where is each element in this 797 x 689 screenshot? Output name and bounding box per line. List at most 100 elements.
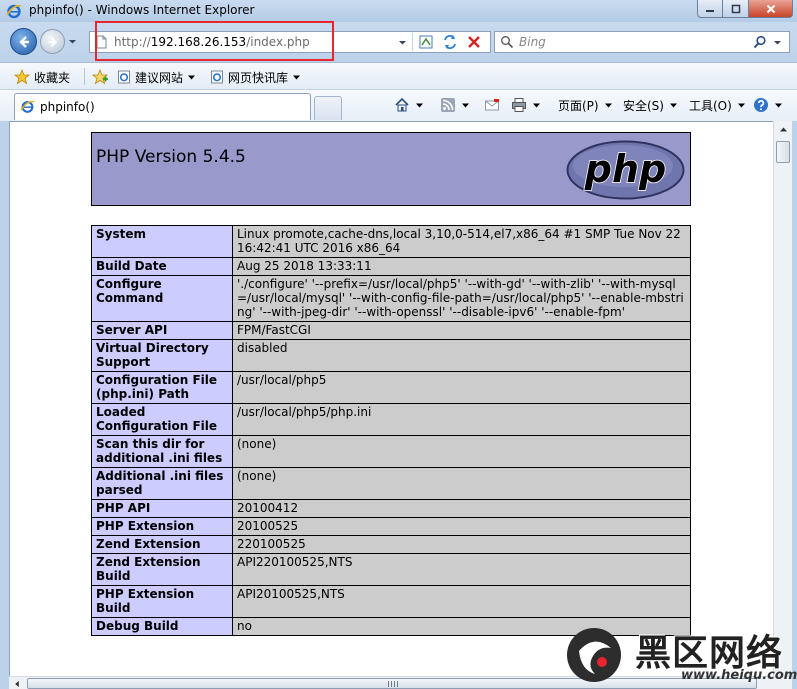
chevron-down-icon — [416, 103, 423, 107]
search-box[interactable]: Bing — [494, 31, 790, 53]
tools-menu-label: 工具(O) — [689, 98, 732, 113]
page-viewport: PHP Version 5.4.5 php System Linux promot… — [9, 121, 773, 676]
add-favorite-star-icon — [92, 69, 108, 85]
favorites-star-icon — [14, 69, 30, 85]
title-bar: phpinfo() - Windows Internet Explorer — [0, 0, 797, 22]
info-key-cell: Debug Build — [91, 617, 233, 636]
stop-icon[interactable] — [466, 34, 482, 50]
favorite-link-web-slice-gallery[interactable]: 网页快讯库 — [210, 67, 301, 87]
table-row: Configuration File (php.ini) Path/usr/lo… — [91, 371, 691, 404]
rss-feed-icon — [441, 98, 455, 112]
chevron-down-icon — [669, 103, 677, 107]
search-icon[interactable] — [753, 35, 767, 49]
print-button[interactable] — [511, 95, 541, 115]
info-key-cell: Build Date — [91, 257, 233, 276]
back-button[interactable] — [10, 28, 37, 55]
scroll-grip — [388, 681, 398, 687]
watermark-url: www.heiqu.com — [681, 668, 797, 683]
search-options-chevron-down-icon[interactable] — [773, 38, 782, 47]
info-key-cell: Scan this dir for additional .ini files — [91, 435, 233, 468]
tools-menu-button[interactable]: 工具(O) — [689, 95, 746, 115]
info-value-cell: /usr/local/php5 — [232, 371, 691, 404]
help-icon — [754, 98, 768, 112]
maximize-button[interactable] — [723, 0, 749, 18]
ie-page-icon — [211, 70, 223, 84]
info-value-cell: './configure' '--prefix=/usr/local/php5'… — [232, 275, 691, 322]
address-history-chevron-down-icon[interactable] — [398, 38, 407, 47]
table-row: Virtual Directory Support disabled — [91, 339, 691, 372]
chevron-down-icon — [462, 103, 469, 107]
scroll-left-arrow-icon — [15, 680, 19, 687]
window-controls — [697, 0, 793, 18]
add-to-favorites-bar-button[interactable] — [92, 67, 112, 87]
feeds-button[interactable] — [440, 95, 470, 115]
url-highlight-annotation — [95, 21, 334, 61]
forward-arrow-icon — [48, 36, 57, 47]
page-menu-label: 页面(P) — [558, 98, 599, 113]
tab-phpinfo[interactable]: phpinfo() — [14, 93, 311, 120]
favorites-label: 收藏夹 — [34, 70, 71, 85]
vertical-scrollbar[interactable] — [773, 121, 792, 676]
close-window-button[interactable] — [749, 0, 793, 18]
scroll-up-arrow-icon — [779, 127, 787, 132]
maximize-icon — [731, 4, 740, 13]
new-tab-button[interactable] — [314, 96, 342, 120]
close-icon — [766, 4, 775, 13]
favorites-button[interactable]: 收藏夹 — [14, 67, 70, 87]
info-key-cell: Additional .ini files parsed — [91, 467, 233, 500]
table-row: Scan this dir for additional .ini files(… — [91, 435, 691, 468]
chevron-down-icon — [293, 75, 301, 79]
scroll-up-button[interactable] — [774, 121, 792, 138]
info-key-cell: Loaded Configuration File — [91, 403, 233, 436]
info-key-cell: Server API — [91, 321, 233, 340]
scroll-left-button[interactable] — [11, 678, 23, 689]
tab-and-command-bar: phpinfo() 页面(P) 安全(S) 工具(O) — [0, 89, 797, 121]
read-mail-button[interactable] — [484, 95, 500, 115]
favorite-link-suggested-sites[interactable]: 建议网站 — [117, 67, 196, 87]
vertical-scroll-thumb[interactable] — [776, 141, 790, 163]
compatibility-view-icon[interactable] — [418, 34, 434, 50]
info-value-cell: 220100525 — [232, 535, 691, 554]
back-arrow-icon — [18, 35, 29, 48]
php-logo: php — [566, 140, 685, 200]
chevron-down-icon — [188, 75, 196, 79]
php-version-header: PHP Version 5.4.5 php — [91, 132, 691, 206]
info-value-cell: FPM/FastCGI — [232, 321, 691, 340]
ie-page-icon — [118, 70, 130, 84]
table-row: Loaded Configuration File/usr/local/php5… — [91, 403, 691, 436]
info-key-cell: Zend Extension Build — [91, 553, 233, 586]
chevron-down-icon — [604, 103, 612, 107]
info-value-cell: Linux promote,cache-dns,local 3,10,0-514… — [232, 225, 691, 258]
refresh-icon[interactable] — [442, 34, 458, 50]
info-key-cell: Zend Extension — [91, 535, 233, 554]
safety-menu-label: 安全(S) — [623, 98, 664, 113]
chevron-down-icon — [737, 103, 745, 107]
search-input[interactable]: Bing — [519, 35, 546, 49]
phpinfo-table: System Linux promote,cache-dns,local 3,10… — [91, 225, 691, 636]
minimize-button[interactable] — [697, 0, 723, 18]
help-button[interactable] — [753, 95, 783, 115]
info-key-cell: Configure Command — [91, 275, 233, 322]
recent-pages-chevron-down-icon[interactable] — [68, 37, 77, 46]
printer-icon — [512, 98, 526, 112]
tab-label: phpinfo() — [40, 100, 95, 114]
info-key-cell: PHP Extension Build — [91, 585, 233, 618]
info-key-cell: Configuration File (php.ini) Path — [91, 371, 233, 404]
favorites-divider — [84, 68, 85, 85]
bing-search-provider-icon — [501, 36, 514, 49]
ie-logo-icon — [6, 4, 22, 19]
favorite-link-label: 网页快讯库 — [228, 70, 289, 85]
home-button[interactable] — [394, 95, 424, 115]
info-key-cell: System — [91, 225, 233, 258]
forward-button[interactable] — [40, 29, 65, 54]
table-row: System Linux promote,cache-dns,local 3,10… — [91, 225, 691, 258]
safety-menu-button[interactable]: 安全(S) — [623, 95, 678, 115]
table-row: PHP Extension Build API20100525,NTS — [91, 585, 691, 618]
info-key-cell: PHP API — [91, 499, 233, 518]
ie-logo-icon — [20, 100, 35, 113]
mail-icon — [485, 99, 499, 111]
minimize-icon — [706, 9, 714, 12]
page-menu-button[interactable]: 页面(P) — [558, 95, 613, 115]
table-row: Zend Extension Build API220100525,NTS — [91, 553, 691, 586]
info-key-cell: PHP Extension — [91, 517, 233, 536]
